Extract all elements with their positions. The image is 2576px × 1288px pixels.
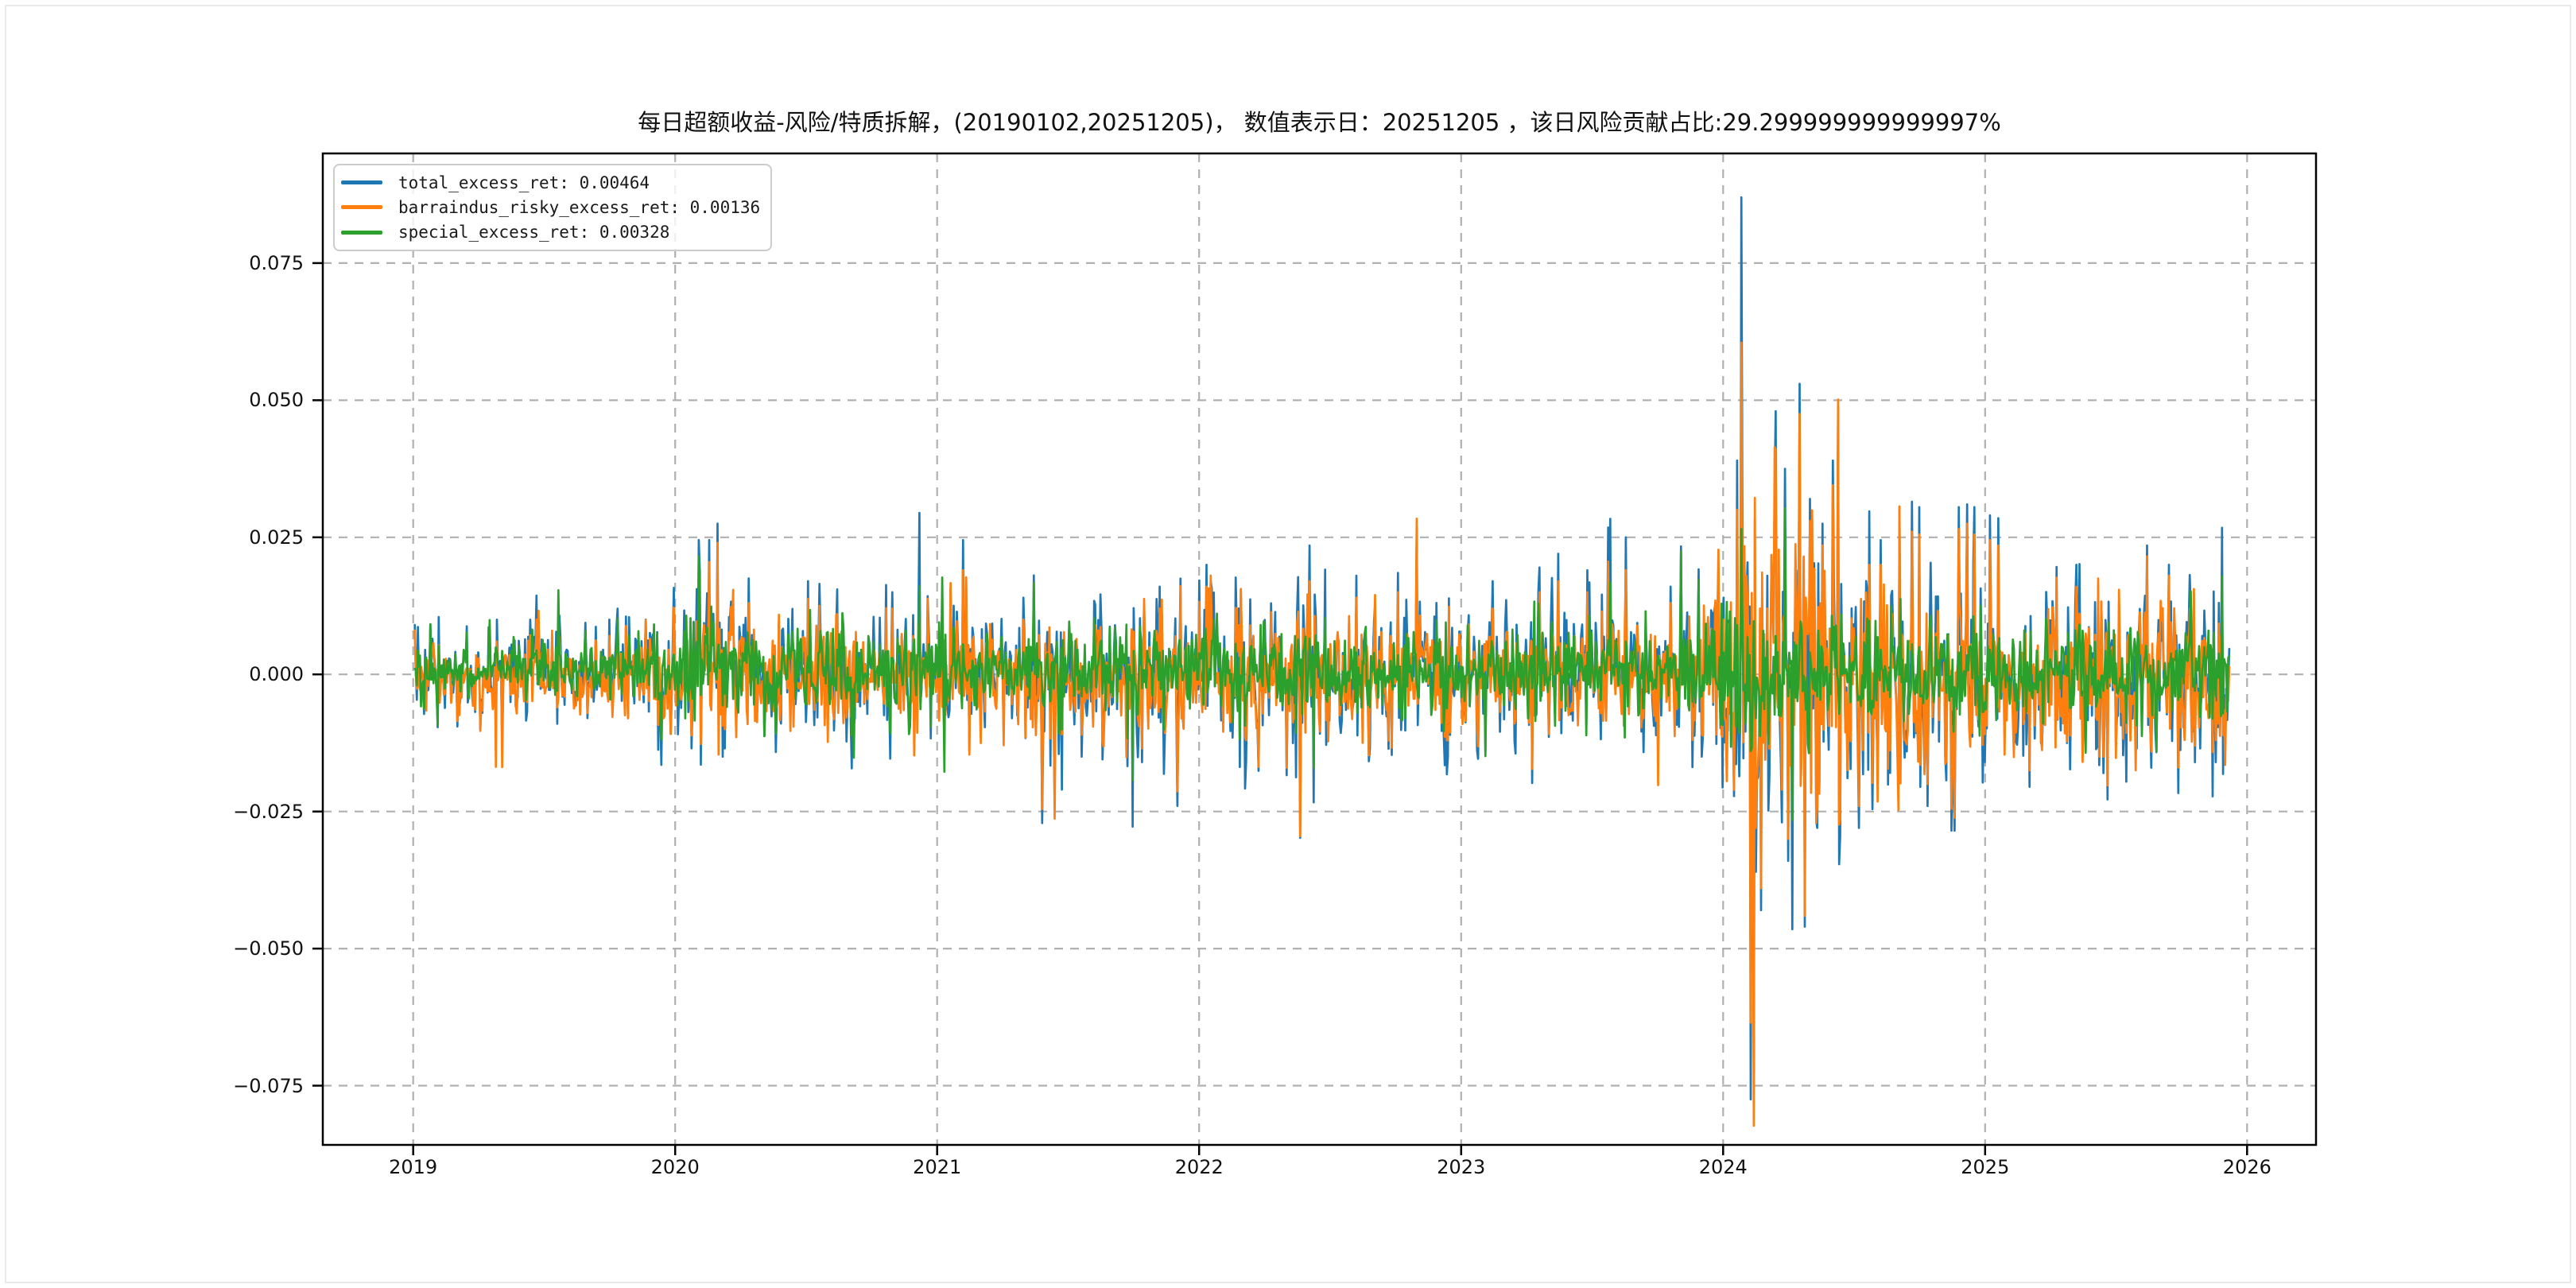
y-tick-label: −0.050 xyxy=(233,937,304,960)
figure-canvas: 每日超额收益-风险/特质拆解，(20190102,20251205)， 数值表示… xyxy=(0,0,2576,1288)
y-tick-label: −0.075 xyxy=(233,1074,304,1097)
legend-label: special_excess_ret: 0.00328 xyxy=(398,223,670,242)
x-tick-label: 2023 xyxy=(1437,1156,1486,1178)
x-tick-label: 2026 xyxy=(2222,1156,2271,1178)
series-line-barraindus_risky_excess_ret xyxy=(413,341,2231,1127)
legend-entry: special_excess_ret: 0.00328 xyxy=(341,220,759,245)
y-tick-label: 0.075 xyxy=(249,251,304,274)
y-tick-label: 0.025 xyxy=(249,526,304,549)
legend-label: total_excess_ret: 0.00464 xyxy=(398,173,650,192)
x-tick-label: 2020 xyxy=(650,1156,700,1178)
x-tick-label: 2024 xyxy=(1698,1156,1748,1178)
x-tick-label: 2022 xyxy=(1174,1156,1224,1178)
legend-label: barraindus_risky_excess_ret: 0.00136 xyxy=(398,197,761,217)
x-tick-label: 2025 xyxy=(1961,1156,2010,1178)
legend-entry: total_excess_ret: 0.00464 xyxy=(341,170,759,195)
legend-line-sample xyxy=(341,230,382,235)
legend-line-sample xyxy=(341,180,382,185)
x-tick-label: 2021 xyxy=(913,1156,962,1178)
y-tick-label: 0.000 xyxy=(249,663,304,686)
legend-entry: barraindus_risky_excess_ret: 0.00136 xyxy=(341,195,761,219)
legend-box: total_excess_ret: 0.00464 barraindus_risk… xyxy=(333,164,772,251)
legend-line-sample xyxy=(341,205,382,210)
y-tick-label: −0.025 xyxy=(233,800,304,823)
x-tick-label: 2019 xyxy=(389,1156,438,1178)
y-tick-label: 0.050 xyxy=(249,389,304,412)
